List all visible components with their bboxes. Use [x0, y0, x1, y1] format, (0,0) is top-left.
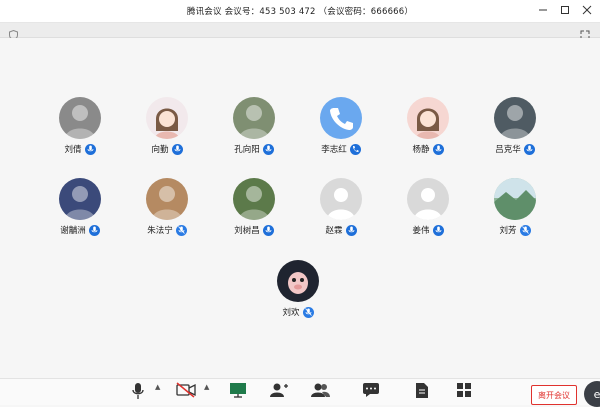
chat-icon[interactable]: [359, 382, 383, 402]
mic-muted-icon: [175, 224, 187, 236]
microphone-icon: [262, 224, 274, 236]
participant-tile[interactable]: 谢黼洲: [40, 178, 120, 236]
photo-avatar-icon: [59, 178, 101, 220]
participant-name-row: 刘芳: [499, 224, 531, 236]
close-icon[interactable]: [580, 3, 594, 17]
photo-avatar-icon: [233, 178, 275, 220]
participant-tile[interactable]: 孔向阳: [214, 97, 294, 155]
participant-tile[interactable]: 刘倩: [40, 97, 120, 155]
photo-avatar-icon: [233, 97, 275, 139]
participant-name-row: 朱法宁: [147, 224, 187, 236]
participant-name: 李志红: [321, 145, 347, 155]
participant-name-row: 李志红: [321, 143, 361, 155]
default-user-avatar-icon: [407, 178, 449, 220]
participant-name-row: 吕克华: [495, 143, 535, 155]
participant-name-row: 杨静: [412, 143, 444, 155]
microphone-icon: [432, 224, 444, 236]
participant-tile[interactable]: 李志红: [301, 97, 381, 155]
participant-name-row: 孔向阳: [234, 143, 274, 155]
microphone-icon[interactable]: [126, 382, 150, 402]
document-icon[interactable]: [410, 382, 434, 402]
participant-name: 谢黼洲: [60, 226, 86, 236]
microphone-icon: [262, 143, 274, 155]
microphone-icon: [345, 224, 357, 236]
window-controls: [536, 3, 594, 17]
mic-options-chevron-up-icon[interactable]: ▲: [155, 383, 160, 391]
participant-name: 姜伟: [412, 226, 430, 236]
photo-avatar-icon: [146, 178, 188, 220]
maximize-icon[interactable]: [558, 3, 572, 17]
participant-tile[interactable]: 姜伟: [388, 178, 468, 236]
phone-icon: [349, 143, 361, 155]
participant-name: 刘芳: [499, 226, 517, 236]
photo-avatar-icon: [59, 97, 101, 139]
video-options-chevron-up-icon[interactable]: ▲: [204, 383, 209, 391]
participant-name: 刘倩: [64, 145, 82, 155]
participant-name-row: 谢黼洲: [60, 224, 100, 236]
minimize-icon[interactable]: [536, 3, 550, 17]
participant-tile[interactable]: 杨静: [388, 97, 468, 155]
cartoon-girl-avatar-icon: [407, 97, 449, 139]
mic-muted-icon: [519, 224, 531, 236]
title-bar: 腾讯会议 会议号：453 503 472 （会议密码：666666）: [0, 0, 600, 23]
microphone-icon: [84, 143, 96, 155]
participant-tile[interactable]: 刘树昌: [214, 178, 294, 236]
mic-muted-icon: [302, 306, 314, 318]
participant-name-row: 刘倩: [64, 143, 96, 155]
meeting-toolbar: ▲ ▲: [0, 378, 600, 405]
participant-name-row: 向勤: [151, 143, 183, 155]
participant-tile[interactable]: 赵霖: [301, 178, 381, 236]
participant-name: 朱法宁: [147, 226, 173, 236]
add-user-icon[interactable]: [267, 382, 291, 402]
cartoon-pig-avatar-icon: [277, 260, 319, 302]
participant-name: 吕克华: [495, 145, 521, 155]
default-user-avatar-icon: [320, 178, 362, 220]
participant-name-row: 刘树昌: [234, 224, 274, 236]
cartoon-girl-avatar-icon: [146, 97, 188, 139]
participant-name: 刘树昌: [234, 226, 260, 236]
phone-avatar-icon: [320, 97, 362, 139]
participant-tile[interactable]: 吕克华: [475, 97, 555, 155]
participant-tile[interactable]: 刘欢: [258, 260, 338, 318]
apps-icon[interactable]: [452, 382, 476, 402]
participant-tile[interactable]: 刘芳: [475, 178, 555, 236]
landscape-avatar-icon: [494, 178, 536, 220]
participant-gallery: 刘倩 向勤 孔向阳 李志红 杨静 吕克华谢黼洲 朱法宁 刘树昌 赵霖 姜伟 刘芳刘欢: [0, 38, 600, 378]
participant-name: 向勤: [151, 145, 169, 155]
video-off-icon[interactable]: [174, 382, 198, 402]
photo-avatar-icon: [494, 97, 536, 139]
meeting-info-bar: [0, 23, 600, 41]
microphone-icon: [171, 143, 183, 155]
leave-meeting-button[interactable]: 离开会议: [531, 385, 577, 405]
participant-name: 刘欢: [282, 308, 300, 318]
participant-name: 杨静: [412, 145, 430, 155]
members-icon[interactable]: [309, 382, 333, 402]
window-title: 腾讯会议 会议号：453 503 472 （会议密码：666666）: [186, 7, 414, 17]
participant-name-row: 赵霖: [325, 224, 357, 236]
screen-share-icon[interactable]: [226, 382, 250, 402]
participant-tile[interactable]: 朱法宁: [127, 178, 207, 236]
participant-name-row: 姜伟: [412, 224, 444, 236]
participant-name-row: 刘欢: [282, 306, 314, 318]
participant-name: 赵霖: [325, 226, 343, 236]
microphone-icon: [432, 143, 444, 155]
participant-tile[interactable]: 向勤: [127, 97, 207, 155]
participant-name: 孔向阳: [234, 145, 260, 155]
microphone-icon: [523, 143, 535, 155]
microphone-icon: [88, 224, 100, 236]
